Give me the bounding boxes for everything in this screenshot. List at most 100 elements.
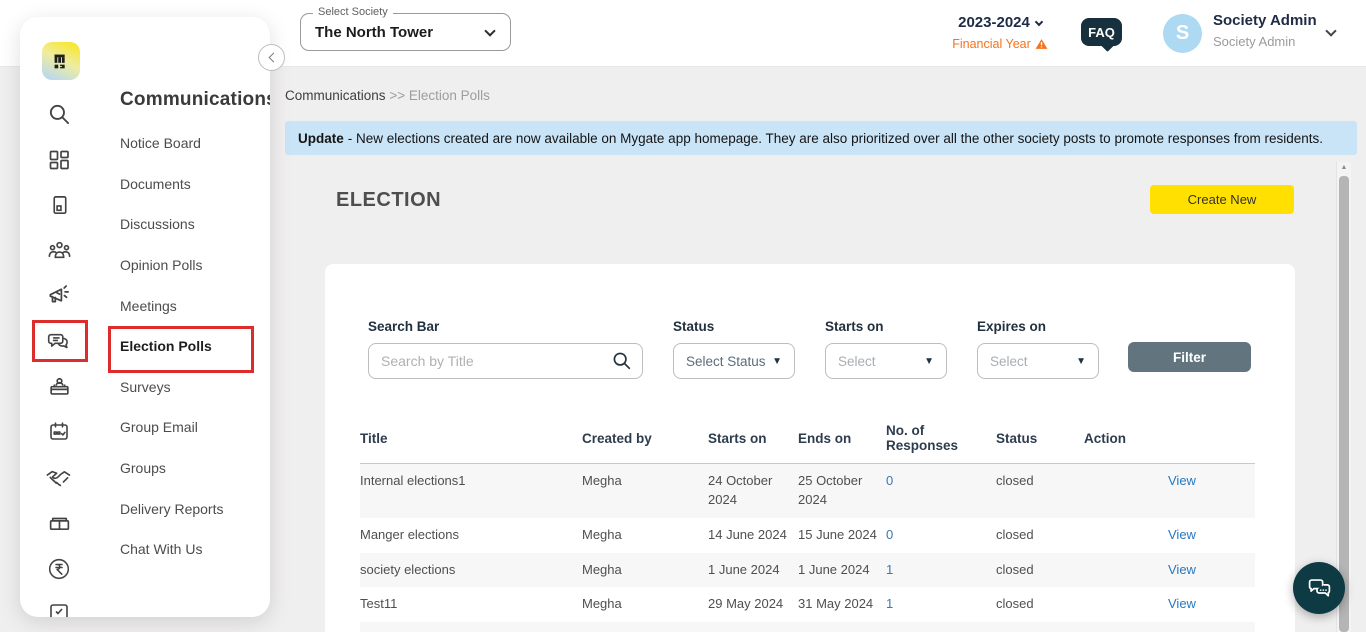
cell-title: Manger elections [360, 526, 459, 542]
payments-rupee-icon[interactable] [37, 546, 81, 591]
scrollbar-up-arrow[interactable]: ▲ [1337, 162, 1351, 174]
responses-count-link[interactable]: 1 [886, 596, 893, 611]
sidebar-item-election-polls[interactable]: Election Polls [108, 325, 265, 373]
cell-status: closed [996, 473, 1034, 488]
view-link[interactable]: View [1168, 562, 1196, 577]
chevron-left-icon [268, 52, 278, 63]
sidebar-item-discussions[interactable]: Discussions [120, 204, 265, 245]
community-icon[interactable] [37, 228, 81, 273]
app-logo[interactable] [42, 42, 80, 80]
avatar[interactable]: S [1163, 14, 1202, 53]
banner-title: Update [298, 130, 344, 146]
financial-year-selector[interactable]: 2023-2024 Financial Year [950, 14, 1050, 51]
vertical-scrollbar[interactable]: ▲ [1336, 162, 1351, 632]
cell-title: Test11 [360, 596, 398, 612]
communications-icon[interactable] [32, 319, 88, 364]
cell-title: Test10 [360, 622, 582, 632]
breadcrumb-separator: >> [389, 88, 406, 103]
status-filter-label: Status [673, 319, 715, 334]
expires-on-filter-label: Expires on [977, 319, 1047, 334]
group-email-icon[interactable] [37, 410, 81, 455]
cell-ends-on: 15 June 2024 [798, 526, 877, 542]
sidebar-item-opinion-polls[interactable]: Opinion Polls [120, 245, 265, 286]
responses-count-link[interactable]: 0 [886, 527, 893, 542]
sidebar-icon-rail [32, 92, 88, 617]
sidebar-item-surveys[interactable]: Surveys [120, 367, 265, 408]
starts-on-select-value: Select [838, 353, 876, 369]
documents-icon[interactable] [37, 183, 81, 228]
status-select[interactable]: Select Status ▼ [673, 343, 795, 379]
cell-status: closed [996, 526, 1034, 542]
cell-action: View [1084, 587, 1255, 622]
cell-title: society elections [360, 561, 456, 577]
cell-starts-on: 28 May 2024 [708, 622, 798, 632]
cell-ends-on: 1 June 2024 [798, 561, 870, 577]
elections-table: Title Created by Starts on Ends on No. of Re… [360, 413, 1255, 632]
cell-created-by: Megha [582, 622, 708, 632]
search-icon[interactable] [611, 350, 633, 372]
sidebar-item-group-email[interactable]: Group Email [120, 407, 265, 448]
cell-starts-on: 24 October 2024 [708, 473, 773, 507]
cell-responses: 1 [886, 622, 996, 632]
faq-label: FAQ [1088, 24, 1115, 40]
faq-button[interactable]: FAQ [1081, 18, 1122, 46]
society-select[interactable]: Select Society The North Tower [300, 6, 511, 51]
filter-button[interactable]: Filter [1128, 342, 1251, 372]
society-select-value: The North Tower [315, 23, 434, 41]
view-link[interactable]: View [1168, 527, 1196, 542]
table-row: Internal elections1 Megha 24 October 2024 2… [360, 463, 1255, 518]
expires-on-select-value: Select [990, 353, 1028, 369]
sidebar-title: Communications [120, 89, 270, 110]
year-value: 2023-2024 [958, 14, 1030, 31]
profile-role: Society Admin [1213, 34, 1296, 49]
profile-chevron-down-icon[interactable] [1325, 25, 1337, 37]
cell-created-by: Megha [582, 473, 622, 488]
scrollbar-thumb[interactable] [1339, 176, 1349, 632]
approvals-icon[interactable] [37, 591, 81, 617]
search-input[interactable] [368, 343, 643, 379]
groups-handshake-icon[interactable] [37, 455, 81, 500]
cell-created-by: Megha [582, 526, 622, 542]
view-link[interactable]: View [1168, 473, 1196, 488]
cell-starts-on: 29 May 2024 [708, 596, 784, 612]
column-header-starts-on: Starts on [708, 413, 798, 464]
responses-count-link[interactable]: 0 [886, 473, 893, 488]
cell-responses: 1 [886, 587, 996, 622]
sidebar-collapse-button[interactable] [258, 44, 285, 71]
warning-icon [1035, 39, 1048, 49]
breadcrumb-section[interactable]: Communications [285, 88, 386, 103]
column-header-ends-on: Ends on [798, 413, 886, 464]
sidebar-item-notice-board[interactable]: Notice Board [120, 123, 265, 164]
starts-on-filter-group: Starts on Select ▼ [825, 319, 947, 379]
create-new-button[interactable]: Create New [1150, 185, 1294, 214]
breadcrumb: Communications >> Election Polls [285, 88, 490, 103]
cell-action: View [1084, 553, 1255, 588]
sidebar-item-documents[interactable]: Documents [120, 164, 265, 205]
cell-action: View [1084, 622, 1255, 632]
avatar-initial: S [1175, 22, 1190, 44]
sidebar-item-meetings[interactable]: Meetings [120, 285, 265, 326]
dashboard-icon[interactable] [37, 137, 81, 182]
table-row: society elections Megha 1 June 2024 1 June … [360, 552, 1255, 588]
expires-on-select[interactable]: Select ▼ [977, 343, 1099, 379]
announcements-icon[interactable] [37, 274, 81, 319]
cell-created-by: Megha [582, 596, 622, 612]
cell-status: closed [996, 622, 1084, 632]
status-filter-group: Status Select Status ▼ [673, 319, 795, 379]
chat-fab-button[interactable] [1293, 562, 1345, 614]
search-filter-label: Search Bar [368, 319, 440, 334]
cell-ends-on: 31 May 2024 [798, 596, 874, 612]
surveys-icon[interactable] [37, 364, 81, 409]
sidebar-item-chat-with-us[interactable]: Chat With Us [120, 529, 265, 570]
delivery-box-icon[interactable] [37, 501, 81, 546]
sidebar-item-groups[interactable]: Groups [120, 448, 265, 489]
sidebar-item-delivery-reports[interactable]: Delivery Reports [120, 488, 265, 529]
starts-on-select[interactable]: Select ▼ [825, 343, 947, 379]
chat-bubbles-icon [1308, 578, 1330, 597]
dropdown-arrow-icon: ▼ [924, 355, 934, 367]
view-link[interactable]: View [1168, 596, 1196, 611]
dropdown-arrow-icon: ▼ [1076, 355, 1086, 367]
responses-count-link[interactable]: 1 [886, 562, 893, 577]
search-icon[interactable] [37, 92, 81, 137]
column-header-title: Title [360, 413, 582, 464]
